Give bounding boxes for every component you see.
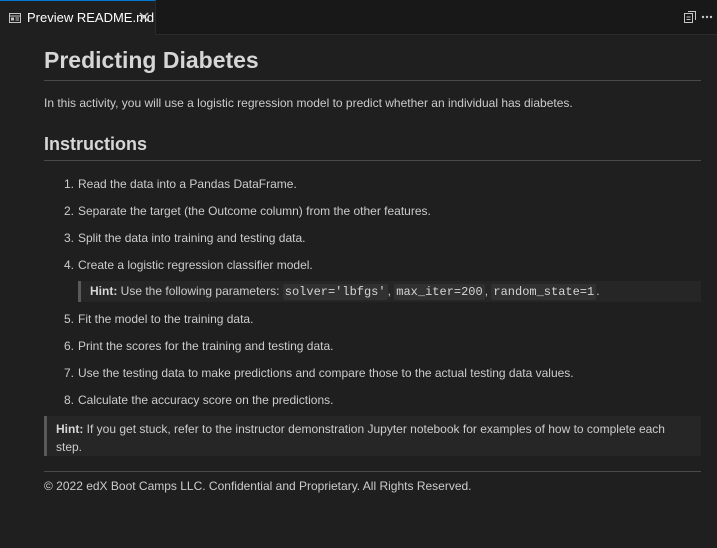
list-item: 5. Fit the model to the training data. bbox=[64, 312, 254, 326]
code-max-iter: max_iter=200 bbox=[394, 284, 485, 300]
more-actions-icon[interactable] bbox=[701, 10, 713, 24]
tab-preview-readme[interactable]: Preview README.md bbox=[0, 0, 156, 35]
list-item: 7. Use the testing data to make predictio… bbox=[64, 366, 574, 380]
footer-divider bbox=[44, 471, 701, 472]
list-item: 1. Read the data into a Pandas DataFrame. bbox=[64, 177, 297, 191]
preview-icon bbox=[9, 13, 21, 23]
stuck-hint: Hint: If you get stuck, refer to the ins… bbox=[44, 416, 701, 456]
code-solver: solver='lbfgs' bbox=[282, 284, 388, 300]
close-icon[interactable] bbox=[137, 10, 151, 24]
tab-title: Preview README.md bbox=[27, 10, 155, 25]
list-item: 8. Calculate the accuracy score on the pr… bbox=[64, 393, 334, 407]
list-item: 2. Separate the target (the Outcome colum… bbox=[64, 204, 431, 218]
code-random-state: random_state=1 bbox=[491, 284, 597, 300]
instructions-heading: Instructions bbox=[44, 134, 148, 154]
instructions-divider bbox=[44, 160, 701, 161]
editor-tab-bar: Preview README.md bbox=[0, 0, 717, 35]
list-item: 6. Print the scores for the training and … bbox=[64, 339, 334, 353]
list-item: 3. Split the data into training and testi… bbox=[64, 231, 306, 245]
copyright-footer: © 2022 edX Boot Camps LLC. Confidential … bbox=[44, 479, 472, 493]
title-divider bbox=[44, 80, 701, 81]
page-title: Predicting Diabetes bbox=[44, 47, 259, 73]
parameters-hint: Hint: Use the following parameters: solv… bbox=[78, 281, 701, 302]
list-item: 4. Create a logistic regression classifie… bbox=[64, 258, 313, 272]
intro-paragraph: In this activity, you will use a logisti… bbox=[44, 96, 573, 110]
open-source-icon[interactable] bbox=[683, 10, 697, 24]
